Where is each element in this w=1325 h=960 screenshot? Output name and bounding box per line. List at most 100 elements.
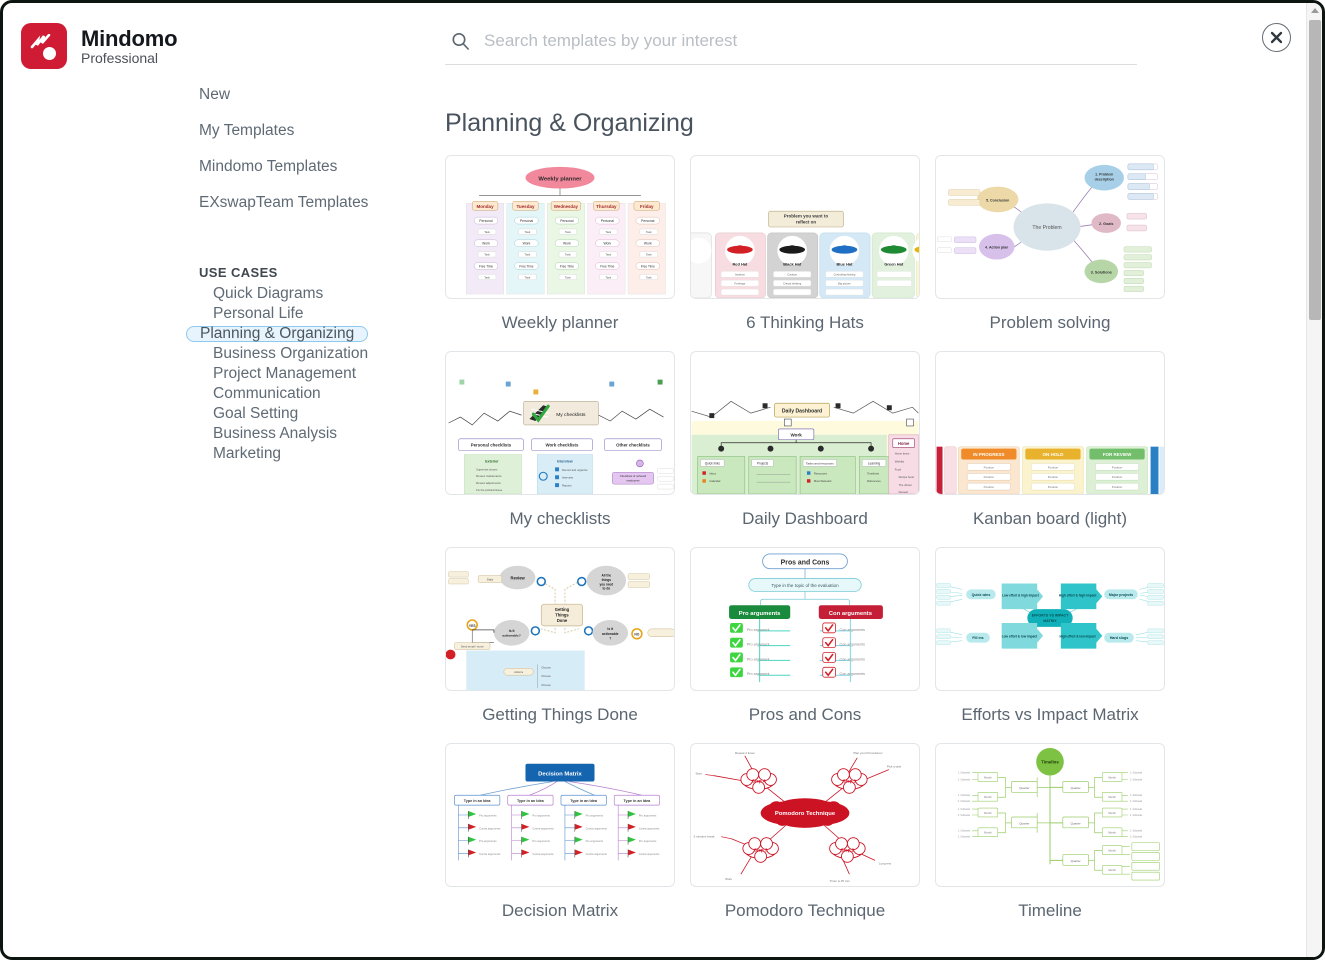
template-thumbnail[interactable]: Decision Matrix Type in an Idea Pro argu… <box>445 743 675 887</box>
svg-text:Dessert: Dessert <box>899 490 909 494</box>
logo-dot-icon <box>43 47 56 60</box>
nav-item-my-templates[interactable]: My Templates <box>173 113 423 149</box>
template-thumbnail[interactable]: Timeline Quarter Quarter Quarter Month M… <box>935 743 1165 887</box>
svg-text:Month: Month <box>1108 868 1116 872</box>
svg-text:Is it: Is it <box>607 627 614 631</box>
svg-text:Calendar: Calendar <box>709 479 720 483</box>
sidebar-item-business-analysis[interactable]: Business Analysis <box>199 426 351 442</box>
scroll-up-arrow-icon[interactable] <box>1307 3 1322 18</box>
template-thumbnail[interactable]: The Problem 1. Problem description 2. Go… <box>935 155 1165 299</box>
svg-text:Free Time: Free Time <box>600 264 614 268</box>
template-card-decision-matrix[interactable]: Decision Matrix Type in an Idea Pro argu… <box>445 743 675 921</box>
svg-text:Month: Month <box>1108 776 1116 780</box>
template-card-weekly-planner[interactable]: Weekly planner Monday Personal Task Work… <box>445 155 675 333</box>
nav-item-exswapteam-templates[interactable]: EXswapTeam Templates <box>173 185 423 221</box>
svg-text:Quick wins: Quick wins <box>972 593 991 597</box>
sidebar-item-marketing[interactable]: Marketing <box>199 446 295 462</box>
sidebar-item-communication[interactable]: Communication <box>199 386 335 402</box>
svg-text:Quarter: Quarter <box>1071 821 1081 825</box>
template-thumbnail[interactable]: Weekly planner Monday Personal Task Work… <box>445 155 675 299</box>
sidebar-item-project-management[interactable]: Project Management <box>199 366 370 382</box>
template-card-getting-things-done[interactable]: Getting Things Done Review All the thing <box>445 547 675 725</box>
svg-text:Big picture: Big picture <box>838 281 851 285</box>
template-title: Getting Things Done <box>482 705 638 724</box>
nav-item-new[interactable]: New <box>173 77 423 113</box>
svg-text:Type in an Idea: Type in an Idea <box>570 799 598 803</box>
svg-text:1. Problem: 1. Problem <box>1095 173 1113 177</box>
templates-dialog-window: Mindomo Professional New My Templates Mi… <box>0 0 1325 960</box>
use-cases-heading: USE CASES <box>199 265 278 280</box>
template-thumbnail[interactable]: IN PROGRESS Position Position Position O… <box>935 351 1165 495</box>
svg-text:Task: Task <box>565 275 571 279</box>
svg-text:1. Subtasks: 1. Subtasks <box>958 830 971 833</box>
svg-text:Position: Position <box>984 485 995 489</box>
scrollbar-thumb[interactable] <box>1309 20 1321 320</box>
vertical-scrollbar[interactable] <box>1306 3 1322 957</box>
svg-text:Month: Month <box>984 811 992 815</box>
template-card-pros-and-cons[interactable]: Pros and Cons Type in the topic of the e… <box>690 547 920 725</box>
template-thumbnail[interactable]: My checklists Personal checklists Exteri… <box>445 351 675 495</box>
template-title: Efforts vs Impact Matrix <box>961 705 1139 724</box>
sidebar-item-goal-setting[interactable]: Goal Setting <box>199 406 312 422</box>
svg-text:Task: Task <box>565 253 571 257</box>
template-card-timeline[interactable]: Timeline Quarter Quarter Quarter Month M… <box>935 743 1165 921</box>
svg-text:1. Subtasks: 1. Subtasks <box>958 808 971 811</box>
close-button[interactable] <box>1262 23 1291 52</box>
svg-text:Weekly planner: Weekly planner <box>538 177 582 183</box>
svg-text:Personal: Personal <box>560 219 573 223</box>
svg-text:1. Subtasks: 1. Subtasks <box>958 794 971 797</box>
svg-text:Month: Month <box>984 831 992 835</box>
templates-grid: Weekly planner Monday Personal Task Work… <box>445 155 1165 939</box>
template-thumbnail[interactable]: Daily Dashboard Work Quick links Inbox C… <box>690 351 920 495</box>
main-panel: Planning & Organizing Weekly planner <box>423 3 1322 957</box>
svg-text:Free Time: Free Time <box>560 264 574 268</box>
sidebar-item-quick-diagrams[interactable]: Quick Diagrams <box>199 286 337 302</box>
svg-text:Quarter: Quarter <box>1071 859 1081 863</box>
svg-text:Position: Position <box>1112 485 1123 489</box>
template-card-kanban-board-light[interactable]: IN PROGRESS Position Position Position O… <box>935 351 1165 529</box>
close-icon <box>1270 31 1283 44</box>
template-title: Pros and Cons <box>748 705 862 724</box>
sidebar-item-business-organization[interactable]: Business Organization <box>199 346 382 362</box>
svg-text:2. Subtasks: 2. Subtasks <box>1130 778 1143 781</box>
svg-text:to do: to do <box>603 586 611 590</box>
svg-text:2. Goals: 2. Goals <box>1099 222 1114 226</box>
svg-text:Con arguments: Con arguments <box>829 611 873 617</box>
svg-text:Review maintenance: Review maintenance <box>476 474 502 478</box>
template-title: Pomodoro Technique <box>724 901 886 920</box>
svg-text:Type in an Idea: Type in an Idea <box>624 799 652 803</box>
svg-text:Step 4: Step 4 <box>752 778 766 783</box>
template-thumbnail[interactable]: EFFORTS VS IMPACT MATRIX Low effort & hi… <box>935 547 1165 691</box>
template-thumbnail[interactable]: Pros and Cons Type in the topic of the e… <box>690 547 920 691</box>
svg-text:Timer is 25 min: Timer is 25 min <box>830 879 850 883</box>
template-card-efforts-vs-impact-matrix[interactable]: EFFORTS VS IMPACT MATRIX Low effort & hi… <box>935 547 1165 725</box>
svg-text:Critical thinking: Critical thinking <box>783 281 802 285</box>
svg-text:Other checklists: Other checklists <box>616 443 650 448</box>
svg-text:reflect on: reflect on <box>796 220 817 225</box>
svg-text:Pro arguments: Pro arguments <box>639 813 657 817</box>
svg-text:Daily: Daily <box>487 578 494 582</box>
svg-text:Most Relevant: Most Relevant <box>814 479 832 483</box>
svg-text:Reports: Reports <box>562 484 572 488</box>
svg-text:Pomodoro Technique: Pomodoro Technique <box>775 811 836 817</box>
svg-text:Work: Work <box>482 242 490 246</box>
svg-text:Task: Task <box>565 230 571 234</box>
sidebar-item-personal-life[interactable]: Personal Life <box>199 306 317 322</box>
template-card-problem-solving[interactable]: The Problem 1. Problem description 2. Go… <box>935 155 1165 333</box>
sidebar-item-planning-organizing[interactable]: Planning & Organizing <box>186 326 369 342</box>
template-thumbnail[interactable]: Getting Things Done Review All the thing <box>445 547 675 691</box>
nav-item-mindomo-templates[interactable]: Mindomo Templates <box>173 149 423 185</box>
template-thumbnail[interactable]: Pomodoro Technique Step 1 Step 2 Step 3 … <box>690 743 920 887</box>
svg-text:Work: Work <box>563 242 571 246</box>
svg-text:Month: Month <box>1108 795 1116 799</box>
template-card-my-checklists[interactable]: My checklists Personal checklists Exteri… <box>445 351 675 529</box>
template-card-daily-dashboard[interactable]: Daily Dashboard Work Quick links Inbox C… <box>690 351 920 529</box>
template-title: Timeline <box>1018 901 1082 920</box>
svg-text:Home: Home <box>898 441 910 446</box>
svg-text:Home items: Home items <box>895 452 910 456</box>
svg-text:High effort & low impact: High effort & low impact <box>1060 635 1096 639</box>
template-card-6-thinking-hats[interactable]: Problem you want to reflect on Red Hat I… <box>690 155 920 333</box>
template-thumbnail[interactable]: Problem you want to reflect on Red Hat I… <box>690 155 920 299</box>
svg-text:Contra arguments: Contra arguments <box>639 852 660 856</box>
template-card-pomodoro-technique[interactable]: Pomodoro Technique Step 1 Step 2 Step 3 … <box>690 743 920 921</box>
